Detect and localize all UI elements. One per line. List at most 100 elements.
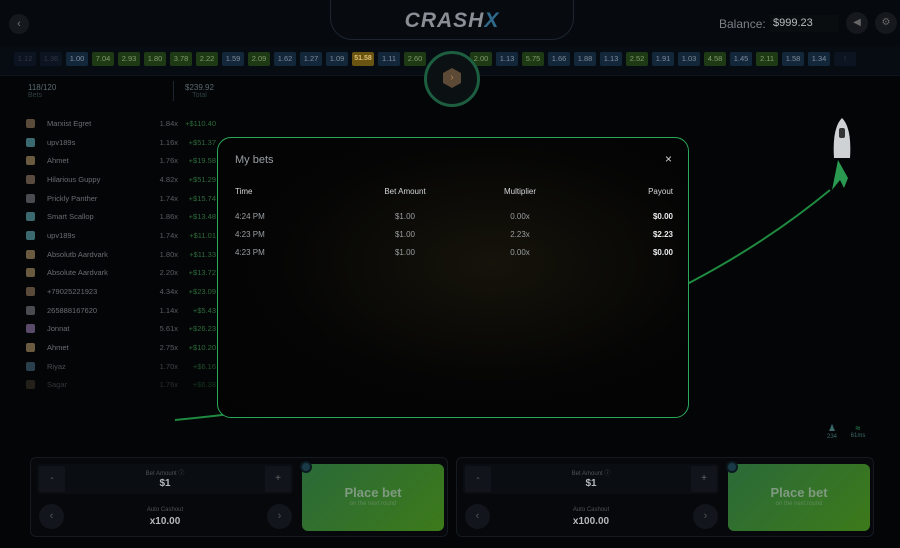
avatar [26, 137, 35, 147]
bet-amount: $1.00 [394, 229, 416, 239]
player-win: +$11.01 [189, 230, 216, 240]
bet-payout: $2.23 [652, 229, 673, 239]
auto-toggle[interactable] [726, 461, 738, 473]
list-item: Ahmet 1.76x +$19.58 [26, 151, 216, 170]
auto-cashout-input[interactable]: x100.00 [463, 516, 719, 527]
avatar [26, 287, 35, 297]
bet-amount: $1.00 [394, 211, 416, 221]
place-bet-label: Place bet [770, 485, 828, 500]
bet-amount-label: Bet Amount ⓘ [571, 471, 611, 477]
player-multiplier: 4.82x [159, 174, 178, 184]
table-row: 4:23 PM $1.00 2.23x $2.23 [235, 225, 673, 243]
player-win: +$13.72 [188, 268, 216, 278]
ping: ≈61ms [848, 423, 868, 439]
player-multiplier: 1.74x [159, 230, 178, 240]
bet-amount: $1.00 [394, 247, 416, 257]
player-name: Riyaz [47, 361, 66, 371]
bet-payout: $0.00 [652, 247, 673, 257]
bet-time: 4:23 PM [235, 247, 265, 257]
list-item: Ahmet 2.75x +$10.20 [26, 338, 216, 357]
player-multiplier: 5.61x [159, 324, 178, 334]
player-name: Jonnat [47, 324, 70, 334]
bet-multiplier: 0.00x [510, 247, 530, 257]
place-bet-sublabel: on the next round [775, 501, 823, 507]
player-multiplier: 4.34x [159, 287, 178, 297]
auto-cashout-label: Auto Cashout [572, 507, 610, 513]
my-bets-modal: My bets × Time Bet Amount Multiplier Pay… [217, 137, 689, 418]
bet-multiplier: 2.23x [510, 229, 530, 239]
player-name: Absolutb Aardvark [47, 249, 108, 259]
bet-amount-input[interactable]: $1 [37, 478, 293, 489]
list-item: Absolute Aardvark 2.20x +$13.72 [26, 264, 216, 283]
player-win: +$51.37 [188, 137, 216, 147]
avatar [26, 343, 35, 353]
bet-time: 4:24 PM [235, 211, 265, 221]
auto-cashout-label: Auto Cashout [146, 507, 184, 513]
player-win: +$19.58 [188, 156, 216, 166]
player-multiplier: 1.16x [159, 137, 178, 147]
list-item: upv189s 1.16x +$51.37 [26, 133, 216, 152]
close-icon[interactable]: × [665, 152, 672, 166]
player-name: Ahmet [47, 343, 69, 353]
list-item: Absolutb Aardvark 1.80x +$11.33 [26, 245, 216, 264]
list-item: Sagar 1.76x +$6.38 [26, 376, 216, 395]
bet-amount-input[interactable]: $1 [463, 478, 719, 489]
bets-table: Time Bet Amount Multiplier Payout 4:24 P… [235, 182, 673, 261]
player-win: +$5.43 [192, 305, 216, 315]
chevron-right-icon[interactable]: › [693, 504, 718, 529]
place-bet-button[interactable]: Place bet on the next round [726, 461, 870, 531]
ping-value: 61ms [850, 433, 866, 439]
bet-amount-label: Bet Amount ⓘ [145, 471, 185, 477]
list-item: upv189s 1.74x +$11.01 [26, 226, 216, 245]
rocket-icon [832, 118, 851, 190]
avatar [26, 212, 35, 222]
wifi-icon: ≈ [855, 423, 861, 433]
avatar [26, 230, 35, 240]
avatar [26, 268, 35, 278]
user-icon: ♟ [827, 423, 837, 433]
avatar [26, 380, 35, 390]
auto-toggle[interactable] [300, 461, 312, 473]
players-list: Marxist Egret 1.84x +$110.40 upv189s 1.16x +$… [26, 114, 216, 394]
player-multiplier: 1.76x [159, 380, 178, 390]
bet-panel: - Bet Amount ⓘ $1 + ‹ Auto Cashout x10.0… [30, 457, 448, 537]
bet-multiplier: 0.00x [510, 211, 530, 221]
col-payout: Payout [648, 186, 673, 196]
avatar [26, 305, 35, 315]
increase-bet-button[interactable]: + [691, 466, 717, 492]
place-bet-button[interactable]: Place bet on the next round [300, 461, 444, 531]
list-item: +79025221923 4.34x +$23.09 [26, 282, 216, 301]
player-name: Prickly Panther [47, 193, 98, 203]
bet-amount-field: - Bet Amount ⓘ $1 + [37, 464, 293, 494]
player-win: +$13.48 [188, 212, 216, 222]
table-row: 4:24 PM $1.00 0.00x $0.00 [235, 207, 673, 225]
player-win: +$11.33 [189, 249, 216, 259]
avatar [26, 249, 35, 259]
player-win: +$26.23 [188, 324, 216, 334]
increase-bet-button[interactable]: + [265, 466, 291, 492]
players-online-count: 234 [826, 434, 837, 440]
avatar [26, 174, 35, 184]
player-multiplier: 2.20x [159, 268, 178, 278]
list-item: Riyaz 1.70x +$6.16 [26, 357, 216, 376]
player-name: upv189s [47, 137, 76, 147]
place-bet-label: Place bet [344, 485, 402, 500]
avatar [26, 156, 35, 166]
list-item: Prickly Panther 1.74x +$15.74 [26, 189, 216, 208]
player-multiplier: 1.76x [159, 156, 178, 166]
player-multiplier: 1.86x [159, 212, 178, 222]
player-win: +$15.74 [188, 193, 216, 203]
avatar [26, 324, 35, 334]
player-name: Ahmet [47, 156, 69, 166]
auto-cashout-input[interactable]: x10.00 [37, 516, 293, 527]
avatar [26, 193, 35, 203]
col-time: Time [235, 186, 253, 196]
table-row: 4:23 PM $1.00 0.00x $0.00 [235, 243, 673, 261]
bet-time: 4:23 PM [235, 229, 265, 239]
player-multiplier: 1.14x [159, 305, 178, 315]
player-name: Sagar [47, 380, 68, 390]
players-online: ♟ 234 [822, 423, 842, 440]
list-item: Marxist Egret 1.84x +$110.40 [26, 114, 216, 133]
avatar [26, 118, 35, 128]
chevron-right-icon[interactable]: › [267, 504, 292, 529]
